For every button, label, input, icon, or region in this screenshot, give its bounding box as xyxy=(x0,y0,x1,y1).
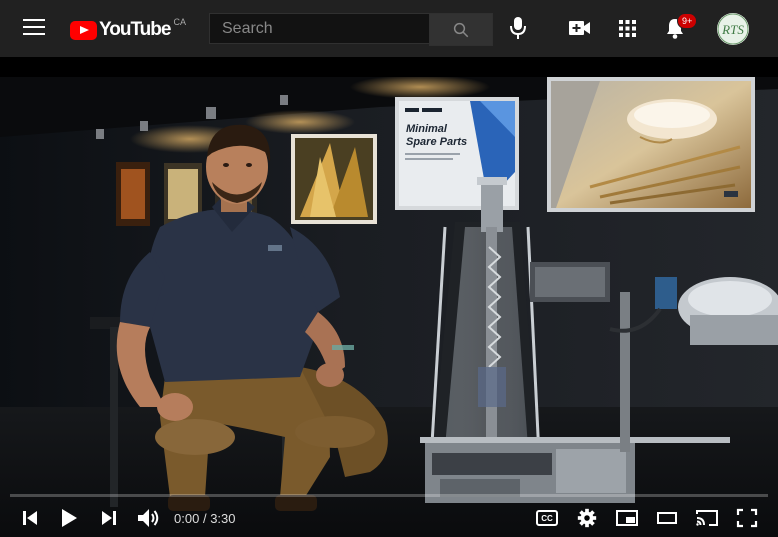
time-separator: / xyxy=(202,511,207,526)
time-current: 0:00 xyxy=(174,511,200,526)
prev-icon[interactable] xyxy=(21,506,39,530)
player-controls: 0:00 / 3:30 CC xyxy=(0,501,778,537)
miniplayer-icon[interactable] xyxy=(615,506,639,530)
volume-icon[interactable] xyxy=(136,506,162,530)
theater-mode-icon[interactable] xyxy=(655,506,679,530)
create-video-icon[interactable] xyxy=(569,19,591,37)
search-input[interactable] xyxy=(209,13,429,44)
settings-gear-icon[interactable] xyxy=(576,506,598,530)
fullscreen-icon[interactable] xyxy=(736,506,758,530)
logo-region: CA xyxy=(173,17,186,27)
avatar-logo: RTS xyxy=(717,13,749,45)
cast-icon[interactable] xyxy=(694,506,720,530)
time-display: 0:00 / 3:30 xyxy=(174,511,236,526)
poster-heading-line2: Spare Parts xyxy=(406,136,467,148)
avatar[interactable]: RTS xyxy=(717,13,749,45)
youtube-logo-icon xyxy=(70,20,97,40)
youtube-logo[interactable]: YouTube CA xyxy=(70,17,186,41)
mic-icon[interactable] xyxy=(508,16,528,40)
search-icon xyxy=(453,22,469,37)
logo-text: YouTube xyxy=(99,19,171,40)
apps-grid-icon[interactable] xyxy=(619,20,636,37)
menu-icon[interactable] xyxy=(23,19,45,37)
video-player[interactable]: Minimal Spare Parts 0:00 / 3:30 CC xyxy=(0,57,778,537)
masthead: YouTube CA 9+ xyxy=(0,0,778,57)
cc-icon[interactable]: CC xyxy=(536,510,558,526)
video-frame[interactable]: Minimal Spare Parts xyxy=(0,77,778,537)
search-box xyxy=(209,13,493,46)
notification-badge: 9+ xyxy=(677,13,698,29)
avatar-initials: RTS xyxy=(721,22,744,37)
progress-bar[interactable] xyxy=(10,494,768,497)
next-icon[interactable] xyxy=(100,506,118,530)
search-button[interactable] xyxy=(429,13,493,46)
time-duration: 3:30 xyxy=(210,511,236,526)
play-icon[interactable] xyxy=(59,506,79,530)
poster-heading-line1: Minimal xyxy=(406,123,448,135)
cc-label: CC xyxy=(541,513,553,523)
